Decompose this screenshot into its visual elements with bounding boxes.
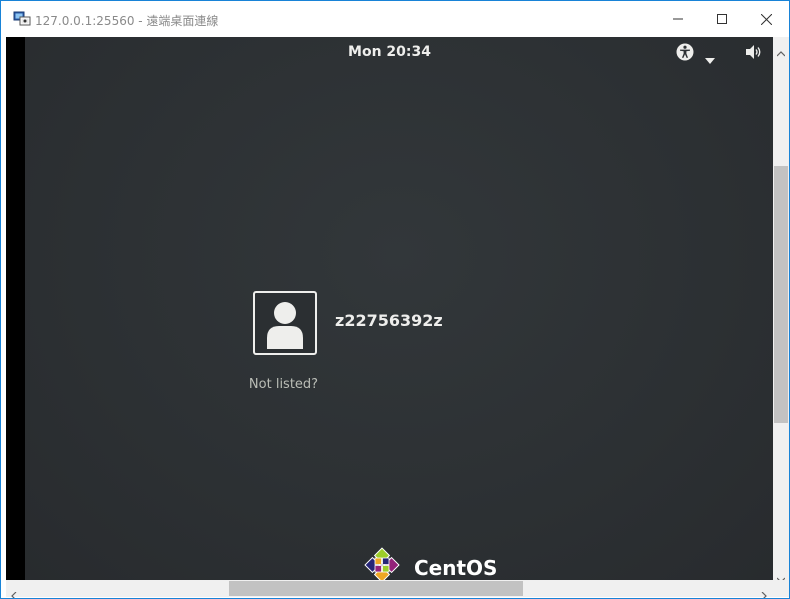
remote-desktop-icon[interactable] [13,11,31,27]
window-title: 127.0.0.1:25560 - 遠端桌面連線 [35,14,219,28]
remote-desktop-viewport[interactable]: Mon 20:34 z22756392z Not listed? CentOS [6,37,773,580]
scroll-left-arrow-icon[interactable] [11,585,17,598]
user-list-item[interactable]: z22756392z [253,291,513,355]
vertical-scrollbar-thumb[interactable] [774,166,788,423]
username-label[interactable]: z22756392z [335,311,443,330]
scroll-up-arrow-icon[interactable] [776,42,786,57]
centos-logo-icon [362,545,402,580]
title-bar[interactable]: 127.0.0.1:25560 - 遠端桌面連線 [1,1,789,37]
accessibility-icon[interactable] [676,43,694,61]
chevron-down-icon[interactable] [705,49,715,64]
scroll-right-arrow-icon[interactable] [761,585,767,598]
scrollbar-corner [773,580,789,597]
close-icon [760,13,772,25]
remote-desktop-window: 127.0.0.1:25560 - 遠端桌面連線 Mon 20:34 z2275… [0,0,790,599]
horizontal-scrollbar-thumb[interactable] [229,581,523,596]
left-black-strip [6,37,25,580]
minimize-button[interactable] [655,1,701,37]
clock[interactable]: Mon 20:34 [6,44,773,60]
minimize-icon [673,14,683,24]
maximize-icon [717,14,727,24]
avatar[interactable] [253,291,317,355]
maximize-button[interactable] [699,1,745,37]
close-button[interactable] [743,1,789,37]
horizontal-scrollbar[interactable] [6,580,773,598]
volume-icon[interactable] [745,44,763,60]
centos-wordmark: CentOS [414,556,498,580]
not-listed-link[interactable]: Not listed? [236,377,331,392]
scroll-down-arrow-icon[interactable] [776,568,786,583]
vertical-scrollbar[interactable] [773,37,789,583]
